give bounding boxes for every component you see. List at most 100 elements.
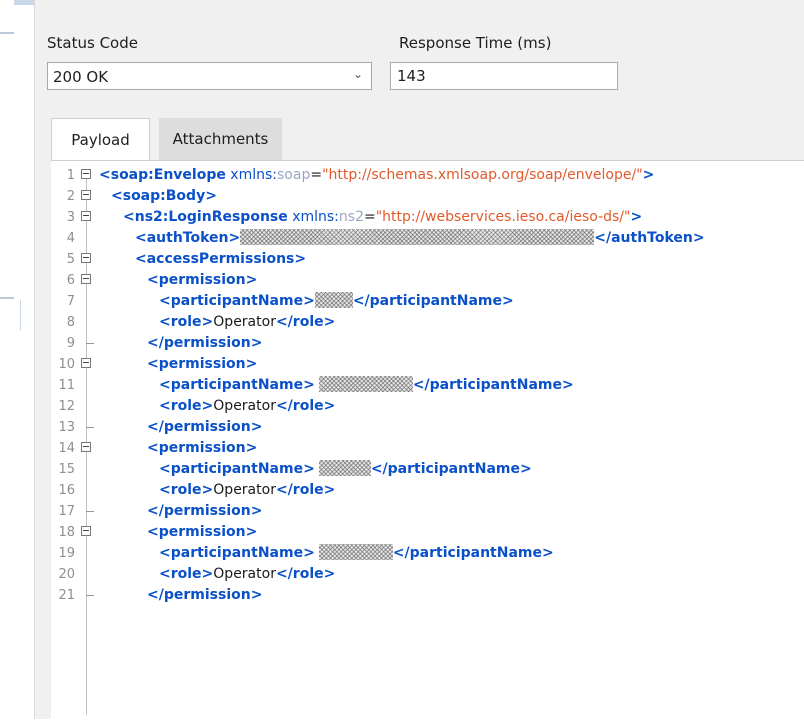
role-value: Operator bbox=[213, 398, 276, 414]
code-text: <participantName> </participantName> bbox=[159, 375, 574, 396]
chevron-down-icon[interactable]: ⌄ bbox=[353, 67, 363, 81]
role-value: Operator bbox=[213, 314, 276, 330]
tab-payload[interactable]: Payload bbox=[51, 118, 150, 160]
collapse-icon[interactable] bbox=[81, 253, 91, 263]
code-line: 11 <participantName> </participantName> bbox=[51, 375, 804, 396]
xml-close-tag: </role> bbox=[275, 314, 336, 330]
code-text: <accessPermissions> bbox=[135, 249, 306, 270]
xml-attr-prefix: xmlns: bbox=[230, 167, 277, 183]
redacted-value bbox=[314, 292, 353, 308]
line-number: 1 bbox=[66, 168, 75, 183]
xml-attr-prefix: xmlns: bbox=[292, 209, 339, 225]
code-text: <permission> bbox=[147, 438, 257, 459]
xml-attr-name: soap bbox=[277, 167, 311, 183]
chrome-marker bbox=[0, 297, 14, 299]
xml-close-tag: </permission> bbox=[147, 335, 263, 351]
line-number: 15 bbox=[58, 462, 75, 477]
xml-open-tag: <role> bbox=[159, 398, 214, 414]
response-time-value: 143 bbox=[397, 67, 426, 85]
fold-end-marker bbox=[86, 343, 94, 344]
code-text: <participantName> </participantName> bbox=[159, 291, 514, 312]
code-line: 18 <permission> bbox=[51, 522, 804, 543]
code-line: 20 <role>Operator</role> bbox=[51, 564, 804, 585]
collapse-icon[interactable] bbox=[81, 169, 91, 179]
chrome-marker bbox=[0, 32, 14, 34]
xml-open-tag: <permission> bbox=[147, 524, 258, 540]
line-number: 20 bbox=[58, 567, 75, 582]
line-number: 8 bbox=[66, 315, 75, 330]
code-line: 16 <role>Operator</role> bbox=[51, 480, 804, 501]
collapse-icon[interactable] bbox=[81, 358, 91, 368]
line-number: 21 bbox=[58, 588, 75, 603]
xml-open-tag: <participantName> bbox=[159, 461, 315, 477]
fold-end-marker bbox=[86, 511, 94, 512]
code-text: <soap:Envelope xmlns:soap="http://schema… bbox=[99, 167, 655, 183]
code-text: <role>Operator</role> bbox=[159, 480, 335, 501]
xml-close-tag: </role> bbox=[275, 482, 336, 498]
role-value: Operator bbox=[213, 566, 276, 582]
code-text: <ns2:LoginResponse xmlns:ns2="http://web… bbox=[123, 209, 643, 225]
code-line: 2 <soap:Body> bbox=[51, 186, 804, 207]
collapse-icon[interactable] bbox=[81, 442, 91, 452]
xml-open-tag: <participantName> bbox=[159, 545, 315, 561]
code-line: 17 </permission> bbox=[51, 501, 804, 522]
xml-close-tag: </role> bbox=[275, 398, 336, 414]
code-line: 7 <participantName> </participantName> bbox=[51, 291, 804, 312]
status-code-value: 200 OK bbox=[53, 68, 109, 86]
xml-close-tag: </participantName> bbox=[392, 545, 554, 561]
code-line: 5 <accessPermissions> bbox=[51, 249, 804, 270]
xml-open-tag: <permission> bbox=[147, 440, 258, 456]
collapse-icon[interactable] bbox=[81, 526, 91, 536]
line-number: 9 bbox=[66, 336, 75, 351]
code-line: 9 </permission> bbox=[51, 333, 804, 354]
line-number: 4 bbox=[66, 231, 75, 246]
xml-close-tag: </role> bbox=[275, 566, 336, 582]
code-text: <role>Operator</role> bbox=[159, 396, 335, 417]
xml-close-tag: </participantName> bbox=[370, 461, 532, 477]
line-number: 3 bbox=[66, 210, 75, 225]
code-text: <permission> bbox=[147, 354, 257, 375]
xml-close-tag: </permission> bbox=[147, 419, 263, 435]
xml-editor[interactable]: 1 <soap:Envelope xmlns:soap="http://sche… bbox=[51, 160, 804, 720]
xml-close-tag: </participantName> bbox=[352, 293, 514, 309]
response-time-field[interactable]: 143 bbox=[390, 62, 618, 90]
code-text: <permission> bbox=[147, 270, 257, 291]
redacted-value bbox=[240, 229, 595, 245]
fold-end-marker bbox=[86, 427, 94, 428]
xml-open-tag: <accessPermissions> bbox=[135, 251, 307, 267]
collapse-icon[interactable] bbox=[81, 190, 91, 200]
code-line: 1 <soap:Envelope xmlns:soap="http://sche… bbox=[51, 165, 804, 186]
line-number: 16 bbox=[58, 483, 75, 498]
code-text: <role>Operator</role> bbox=[159, 564, 335, 585]
line-number: 19 bbox=[58, 546, 75, 561]
redacted-value bbox=[318, 376, 413, 392]
line-number: 2 bbox=[66, 189, 75, 204]
collapse-icon[interactable] bbox=[81, 274, 91, 284]
code-line: 8 <role>Operator</role> bbox=[51, 312, 804, 333]
line-number: 11 bbox=[58, 378, 75, 393]
code-text: <participantName> </participantName> bbox=[159, 459, 532, 480]
xml-attr-value: "http://schemas.xmlsoap.org/soap/envelop… bbox=[322, 167, 643, 183]
line-number: 5 bbox=[66, 252, 75, 267]
status-code-select[interactable]: 200 OK ⌄ bbox=[47, 62, 372, 90]
code-text: <authToken> </authToken> bbox=[135, 228, 705, 249]
tab-attachments[interactable]: Attachments bbox=[159, 118, 282, 160]
xml-close-tag: </permission> bbox=[147, 503, 263, 519]
xml-open-tag: <participantName> bbox=[159, 293, 315, 309]
xml-attr-name: ns2 bbox=[338, 209, 364, 225]
collapse-icon[interactable] bbox=[81, 211, 91, 221]
xml-tag: ns2:LoginResponse bbox=[134, 209, 288, 225]
line-number: 10 bbox=[58, 357, 75, 372]
code-text: <participantName> </participantName> bbox=[159, 543, 554, 564]
xml-open-tag: <role> bbox=[159, 566, 214, 582]
code-text: <role>Operator</role> bbox=[159, 312, 335, 333]
response-panel: Status Code Response Time (ms) 200 OK ⌄ … bbox=[34, 0, 804, 720]
code-line: 21 </permission> bbox=[51, 585, 804, 606]
fold-end-marker bbox=[86, 595, 94, 596]
splitter-mark bbox=[20, 300, 21, 330]
xml-open-tag: <role> bbox=[159, 482, 214, 498]
line-number: 13 bbox=[58, 420, 75, 435]
code-line: 15 <participantName> </participantName> bbox=[51, 459, 804, 480]
xml-close-tag: </participantName> bbox=[412, 377, 574, 393]
code-line: 3 <ns2:LoginResponse xmlns:ns2="http://w… bbox=[51, 207, 804, 228]
